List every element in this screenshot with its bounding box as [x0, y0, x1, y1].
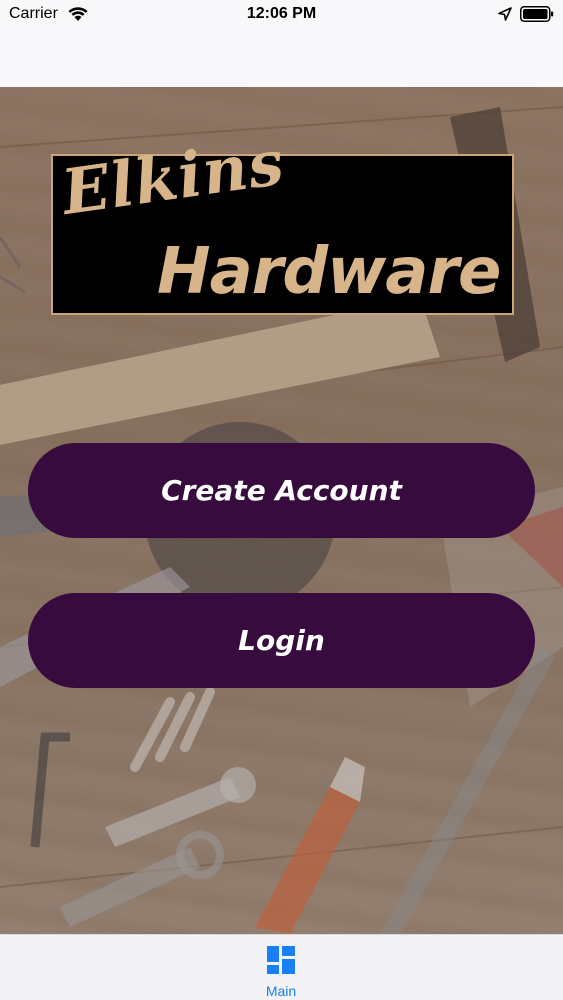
status-time: 12:06 PM [246, 5, 317, 22]
navigation-bar [0, 30, 563, 87]
battery-icon [520, 6, 554, 22]
logo-bold-text: Hardware [157, 235, 501, 309]
tab-main-label: Main [265, 983, 297, 999]
app-screen: Carrier 12:06 PM Elkins Hardware Create … [0, 0, 563, 1000]
tab-main[interactable]: Main [241, 935, 321, 1000]
create-account-button[interactable]: Create Account [28, 443, 535, 538]
grid-icon [267, 946, 295, 974]
location-arrow-icon [498, 7, 512, 21]
login-button[interactable]: Login [28, 593, 535, 688]
status-bar: Carrier 12:06 PM [0, 0, 563, 30]
tab-bar: Main [0, 934, 563, 1000]
elkins-hardware-logo: Elkins Hardware [51, 126, 514, 315]
